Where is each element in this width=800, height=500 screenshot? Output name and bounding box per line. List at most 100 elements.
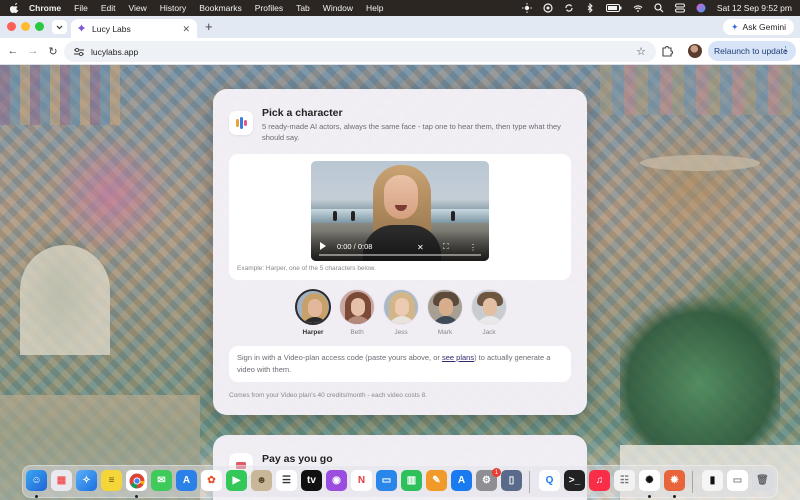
simulator-icon[interactable]: ▯ [501, 470, 522, 491]
photos-icon[interactable]: ✿ [201, 470, 222, 491]
tab-title: Lucy Labs [92, 23, 131, 34]
tab-close-icon[interactable]: ✕ [182, 24, 190, 35]
menu-view[interactable]: View [128, 3, 146, 13]
card-title: Pick a character [262, 107, 343, 119]
mute-icon[interactable]: ✕ [417, 243, 424, 252]
character-name: Mark [437, 329, 453, 336]
siri-icon[interactable] [696, 3, 706, 13]
browser-toolbar: ← → ↻ lucylabs.app ☆ Relaunch to update … [0, 38, 800, 65]
video-caption: Example: Harper, one of the 5 characters… [237, 265, 376, 272]
tab-search-button[interactable] [52, 20, 67, 34]
video-controls: 0:00 / 0:08 ✕ ⛶ ⋮ [311, 231, 489, 261]
music-icon[interactable]: ♫ [589, 470, 610, 491]
video-progress-bar[interactable] [319, 254, 481, 256]
menu-app-name[interactable]: Chrome [29, 3, 61, 13]
preview-icon[interactable]: ☷ [614, 470, 635, 491]
device-icon[interactable]: ▮ [702, 470, 723, 491]
lucy-labs-favicon-icon [77, 24, 86, 32]
podcasts-icon[interactable]: ◉ [326, 470, 347, 491]
app-store-icon[interactable]: A [176, 470, 197, 491]
chrome-icon[interactable] [126, 470, 147, 491]
menu-edit[interactable]: Edit [101, 3, 116, 13]
see-plans-link[interactable]: see plans [442, 353, 474, 362]
address-bar[interactable]: lucylabs.app ☆ [64, 41, 656, 62]
downloads-folder-icon[interactable]: ▭ [727, 470, 748, 491]
video-time: 0:00 / 0:08 [337, 242, 373, 251]
apple-icon[interactable] [10, 3, 20, 13]
facetime-icon[interactable]: ▶ [226, 470, 247, 491]
menu-help[interactable]: Help [366, 3, 383, 13]
bookmark-star-icon[interactable]: ☆ [636, 45, 646, 58]
browser-window: Lucy Labs ✕ + ✦ Ask Gemini ← → ↻ lucylab… [0, 16, 800, 500]
credits-footnote: Comes from your Video plan's 40 credits/… [229, 392, 428, 399]
battery-icon[interactable] [605, 3, 622, 13]
safari-icon[interactable]: ✧ [76, 470, 97, 491]
more-menu-icon[interactable]: ⋮ [781, 45, 790, 56]
tab-lucy-labs[interactable]: Lucy Labs ✕ [71, 19, 197, 38]
menu-window[interactable]: Window [323, 3, 353, 13]
page-viewport: Pick a character 5 ready-made AI actors,… [0, 65, 800, 500]
signin-notice: Sign in with a Video-plan access code (p… [229, 346, 571, 382]
card2-title: Pay as you go [262, 453, 333, 465]
apple-tv-icon[interactable]: tv [301, 470, 322, 491]
reload-icon[interactable]: ↻ [46, 44, 60, 58]
character-beth[interactable]: Beth [335, 289, 379, 336]
menu-bookmarks[interactable]: Bookmarks [199, 3, 242, 13]
zoom-window-button[interactable] [35, 22, 44, 31]
back-arrow-icon[interactable]: ← [6, 44, 20, 58]
video-more-icon[interactable]: ⋮ [469, 243, 477, 252]
news-icon[interactable]: N [351, 470, 372, 491]
brightness-icon[interactable] [521, 3, 532, 13]
fullscreen-icon[interactable]: ⛶ [443, 242, 449, 252]
signin-text-before: Sign in with a Video-plan access code (p… [237, 353, 442, 362]
settings-badge: 1 [492, 468, 501, 477]
new-tab-button[interactable]: + [205, 19, 213, 34]
character-jack[interactable]: Jack [467, 289, 511, 336]
chatgpt-icon[interactable]: ✺ [639, 470, 660, 491]
search-icon[interactable] [654, 3, 664, 13]
character-harper[interactable]: Harper [291, 289, 335, 336]
character-avatar [427, 289, 463, 325]
profile-avatar[interactable] [688, 44, 702, 58]
bluetooth-icon[interactable] [585, 3, 595, 13]
wifi-icon[interactable] [633, 3, 643, 13]
xcode-icon[interactable]: A [451, 470, 472, 491]
character-mark[interactable]: Mark [423, 289, 467, 336]
extensions-puzzle-icon[interactable] [660, 44, 674, 58]
menu-history[interactable]: History [160, 3, 186, 13]
control-center-icon[interactable] [674, 3, 685, 13]
menu-profiles[interactable]: Profiles [255, 3, 283, 13]
launchpad-icon[interactable]: ▦ [51, 470, 72, 491]
terminal-icon[interactable]: >_ [564, 470, 585, 491]
claude-icon[interactable]: ✹ [664, 470, 685, 491]
play-icon[interactable] [320, 242, 326, 250]
ask-gemini-button[interactable]: ✦ Ask Gemini [722, 19, 794, 35]
menu-bar: Chrome File Edit View History Bookmarks … [0, 0, 800, 16]
quicktime-icon[interactable]: Q [539, 470, 560, 491]
relaunch-button[interactable]: Relaunch to update ⋮ [708, 41, 796, 61]
sync-icon[interactable] [564, 3, 574, 13]
messages-icon[interactable]: ✉ [151, 470, 172, 491]
pages-icon[interactable]: ✎ [426, 470, 447, 491]
close-window-button[interactable] [7, 22, 16, 31]
menu-clock[interactable]: Sat 12 Sep 9:52 pm [717, 3, 792, 13]
character-jess[interactable]: Jess [379, 289, 423, 336]
lucy-logo-icon [229, 111, 253, 135]
character-name: Jack [482, 329, 496, 336]
menu-file[interactable]: File [74, 3, 88, 13]
notes-icon[interactable]: ≡ [101, 470, 122, 491]
menu-tab[interactable]: Tab [296, 3, 310, 13]
contacts-icon[interactable]: ☻ [251, 470, 272, 491]
vpn-icon[interactable] [543, 3, 553, 13]
example-video-player[interactable]: 0:00 / 0:08 ✕ ⛶ ⋮ [311, 161, 489, 261]
pick-character-card: Pick a character 5 ready-made AI actors,… [213, 89, 587, 415]
keynote-icon[interactable]: ▭ [376, 470, 397, 491]
reminders-icon[interactable]: ☰ [276, 470, 297, 491]
url-text[interactable]: lucylabs.app [91, 47, 138, 57]
numbers-icon[interactable]: ▥ [401, 470, 422, 491]
minimize-window-button[interactable] [21, 22, 30, 31]
site-info-icon[interactable] [73, 46, 85, 58]
trash-icon[interactable]: 🗑 [752, 470, 773, 491]
forward-arrow-icon[interactable]: → [26, 44, 40, 58]
finder-icon[interactable]: ☺ [26, 470, 47, 491]
